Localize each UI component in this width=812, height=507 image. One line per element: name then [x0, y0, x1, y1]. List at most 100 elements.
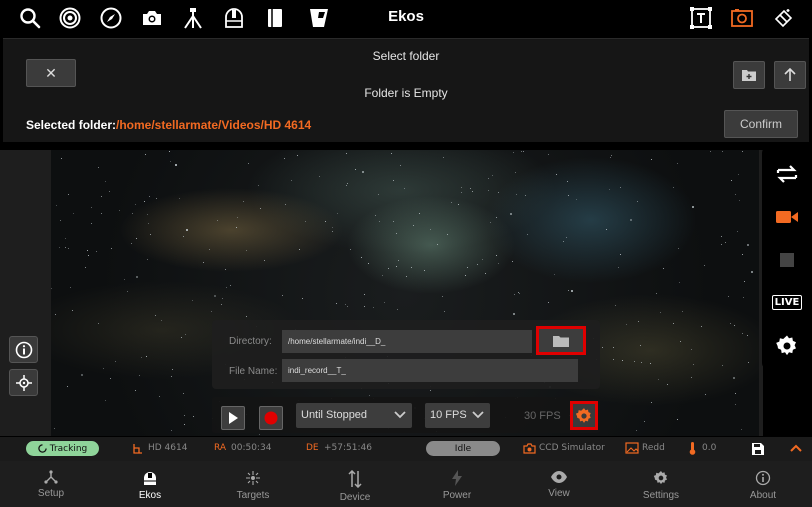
save-icon[interactable] [752, 443, 764, 455]
star [612, 346, 614, 348]
filter-icon[interactable] [304, 4, 332, 32]
stop-button[interactable] [772, 245, 802, 275]
star [481, 259, 483, 261]
star [742, 151, 744, 153]
star [108, 190, 110, 192]
star [703, 264, 705, 266]
live-badge: LIVE [771, 294, 803, 310]
star [382, 275, 384, 277]
image-viewer[interactable] [51, 150, 759, 436]
new-folder-button[interactable] [733, 61, 765, 89]
nav-view[interactable]: View [508, 461, 610, 507]
star [469, 188, 471, 190]
tripod-icon[interactable] [179, 4, 207, 32]
observatory-icon[interactable] [220, 4, 248, 32]
star [336, 302, 338, 304]
star [728, 296, 730, 298]
star [305, 221, 307, 223]
camera-icon[interactable] [138, 4, 166, 32]
star [81, 373, 84, 376]
fps-select[interactable]: 10 FPS [425, 403, 490, 428]
play-button[interactable] [221, 406, 245, 430]
capture-frame-icon[interactable] [728, 4, 756, 32]
duration-mode-select[interactable]: Until Stopped [296, 403, 412, 428]
parent-folder-button[interactable] [774, 61, 806, 89]
star [377, 194, 379, 196]
star [111, 248, 113, 250]
target-icon[interactable] [56, 4, 84, 32]
nav-label: Setup [37, 488, 65, 499]
star [202, 261, 204, 263]
star [56, 205, 58, 207]
recording-settings-button[interactable] [570, 401, 598, 430]
video-record-button[interactable] [772, 202, 802, 232]
compass-icon[interactable] [97, 4, 125, 32]
star [429, 389, 431, 391]
star [135, 390, 137, 392]
star [393, 221, 395, 223]
star [345, 185, 347, 187]
star [396, 266, 398, 268]
star [145, 355, 147, 357]
star [59, 246, 61, 248]
close-button[interactable]: ✕ [26, 59, 76, 87]
star [180, 336, 182, 338]
star [291, 179, 292, 181]
selected-folder-path: /home/stellarmate/Videos/HD 4614 [116, 118, 312, 132]
star [442, 296, 444, 298]
filename-input[interactable]: indi_record__T_ [282, 359, 578, 382]
star [179, 198, 181, 200]
bottom-navigation: Setup Ekos Targets Device Power View Set… [0, 461, 812, 507]
nav-about[interactable]: About [712, 461, 812, 507]
star [67, 386, 69, 388]
directory-input[interactable]: /home/stellarmate/indi__D_ [282, 330, 532, 353]
confirm-button[interactable]: Confirm [724, 110, 798, 138]
star [743, 297, 745, 299]
star [690, 377, 692, 379]
nav-targets[interactable]: Targets [202, 461, 304, 507]
star [222, 298, 224, 300]
nav-settings[interactable]: Settings [610, 461, 712, 507]
star [182, 393, 184, 395]
star [216, 219, 218, 221]
record-button[interactable] [259, 406, 283, 430]
mount-icon [133, 444, 142, 454]
browse-directory-button[interactable] [536, 326, 586, 355]
clear-icon[interactable] [769, 4, 797, 32]
star [136, 276, 139, 279]
star [147, 258, 149, 260]
nav-device[interactable]: Device [304, 461, 406, 507]
star [437, 243, 439, 245]
swap-button[interactable] [772, 159, 802, 189]
notebook-icon[interactable] [261, 4, 289, 32]
star [615, 305, 617, 306]
live-button[interactable]: LIVE [771, 287, 803, 317]
star [375, 215, 377, 217]
star [700, 325, 702, 327]
move-crosshair-icon [15, 374, 32, 391]
targets-icon [246, 471, 260, 485]
star [208, 249, 210, 251]
star [282, 294, 284, 296]
chevron-up-icon[interactable] [790, 444, 802, 453]
star [570, 289, 573, 292]
star [743, 281, 745, 283]
text-overlay-icon[interactable] [687, 4, 715, 32]
star [520, 150, 522, 152]
star [737, 173, 739, 175]
star [637, 200, 639, 202]
nav-setup[interactable]: Setup [0, 461, 102, 507]
search-icon[interactable] [16, 4, 44, 32]
star [649, 363, 651, 365]
nav-ekos[interactable]: Ekos [99, 461, 201, 507]
star [721, 236, 723, 238]
star [211, 310, 213, 312]
star [682, 311, 684, 313]
idle-status-badge: Idle [426, 441, 500, 456]
info-button[interactable] [9, 336, 38, 363]
settings-button[interactable] [772, 331, 802, 361]
star [171, 376, 173, 378]
star [248, 163, 250, 165]
nav-power[interactable]: Power [406, 461, 508, 507]
move-button[interactable] [9, 369, 38, 396]
